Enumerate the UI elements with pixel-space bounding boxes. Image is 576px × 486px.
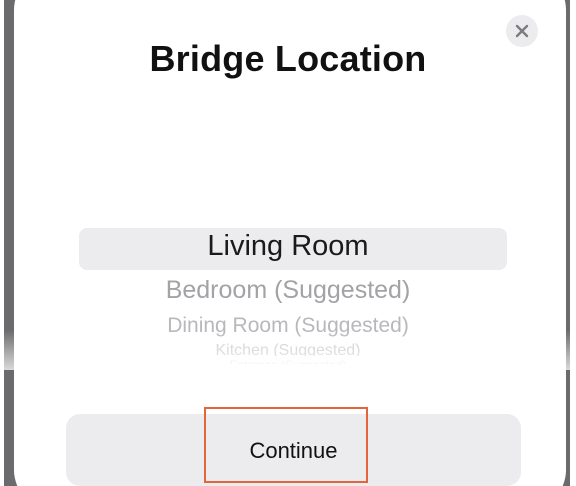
- picker-option-living-room[interactable]: Living Room: [0, 230, 576, 263]
- screen: Bridge Location Living Room Bedroom (Sug…: [0, 0, 576, 486]
- close-icon: [515, 24, 529, 38]
- picker-option-entrance[interactable]: Entrance (Suggested): [0, 358, 576, 364]
- picker-option-bedroom[interactable]: Bedroom (Suggested): [0, 276, 576, 305]
- picker-option-kitchen[interactable]: Kitchen (Suggested): [0, 342, 576, 356]
- continue-button[interactable]: Continue: [66, 414, 521, 486]
- continue-button-label: Continue: [249, 438, 338, 463]
- room-picker[interactable]: Living Room Bedroom (Suggested) Dining R…: [0, 220, 576, 370]
- picker-option-dining-room[interactable]: Dining Room (Suggested): [0, 314, 576, 338]
- page-title: Bridge Location: [149, 38, 427, 79]
